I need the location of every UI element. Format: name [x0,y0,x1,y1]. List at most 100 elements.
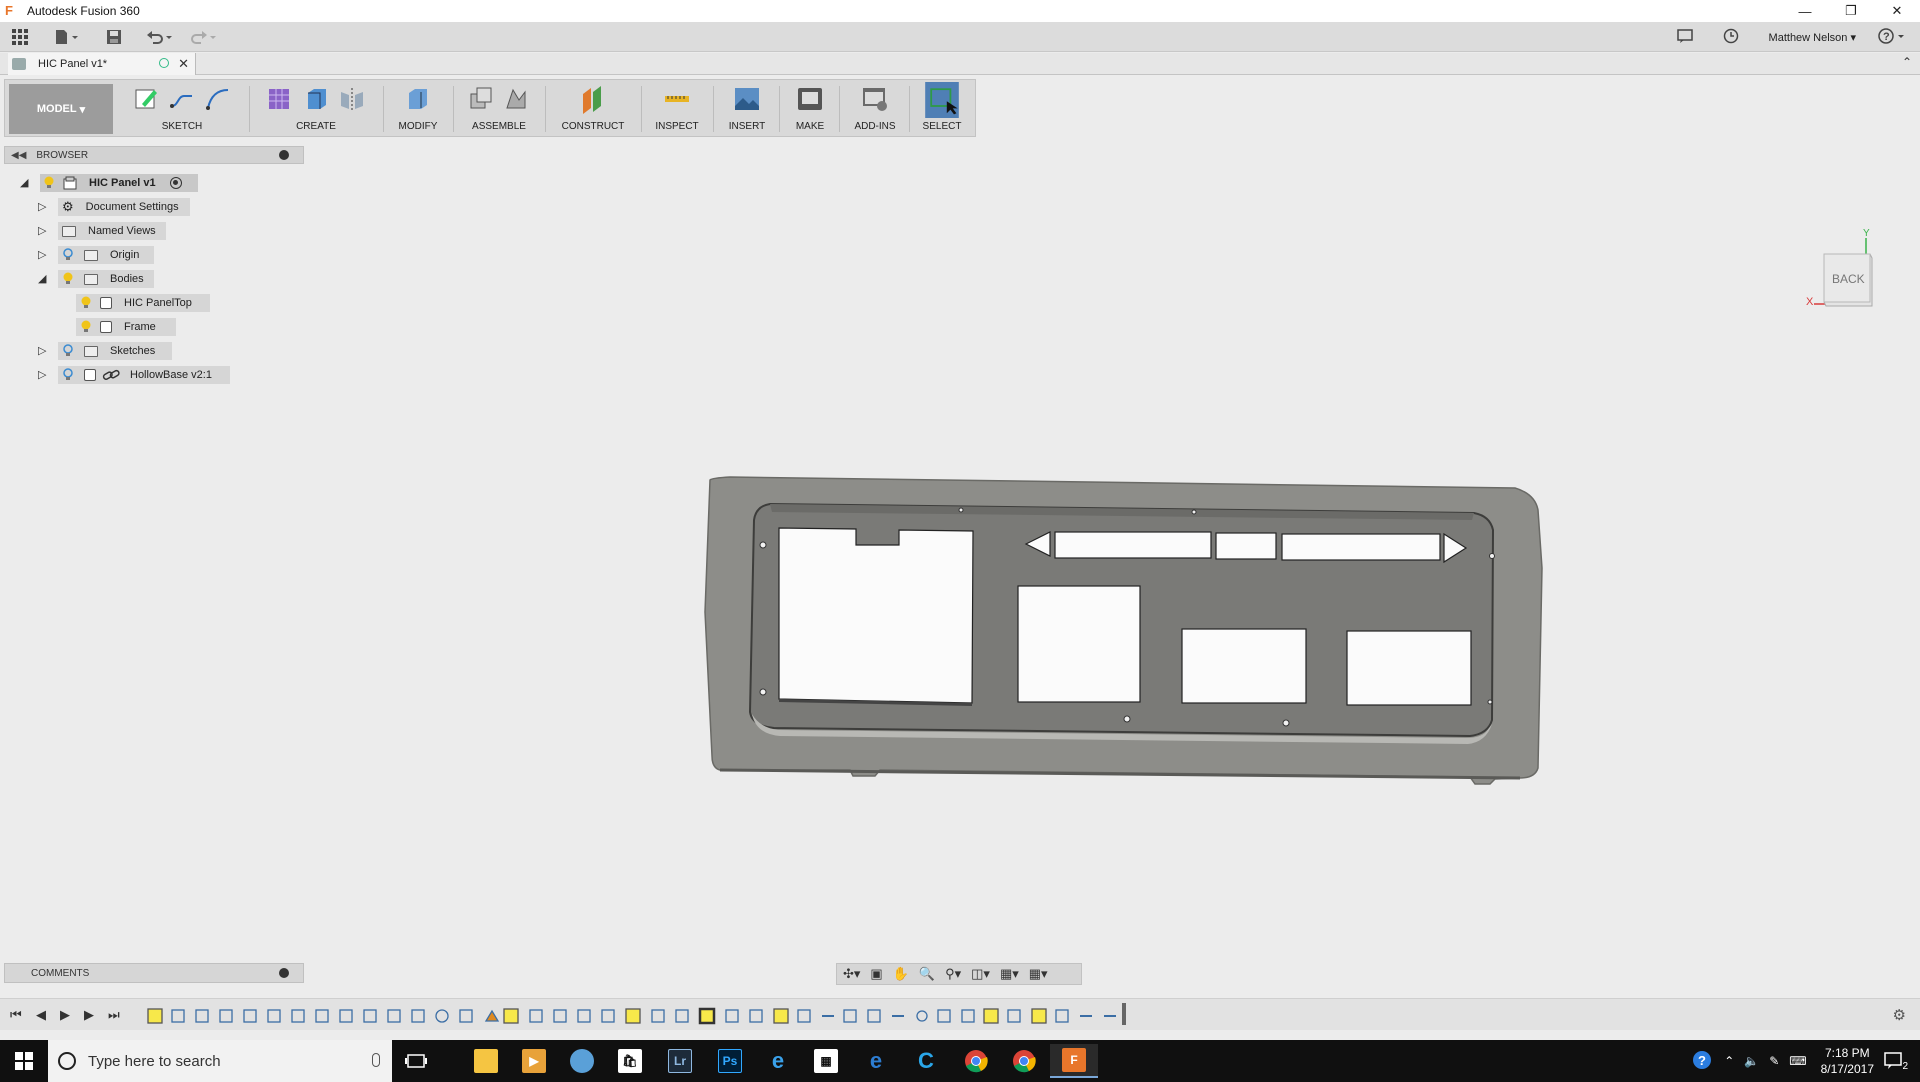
timeline-track[interactable] [146,1007,1128,1025]
arc-icon[interactable] [204,84,232,114]
show-hidden-icons-icon[interactable]: ⌃ [1724,1054,1734,1068]
add-ins-group[interactable]: ADD-INS [843,82,907,136]
viewcube-face-label[interactable]: BACK [1832,272,1865,286]
fit-zoom-icon[interactable]: ⚲▾ [945,966,961,982]
edge-icon[interactable]: e [852,1044,900,1078]
create-group[interactable]: CREATE [253,82,379,136]
insert-image-icon[interactable] [733,84,761,114]
calculator-icon[interactable]: ▦ [802,1044,850,1078]
go-to-end-icon[interactable]: ⏭ [108,1007,120,1023]
mirror-icon[interactable] [338,84,366,114]
pan-hand-icon[interactable]: ✋ [893,966,909,982]
close-tab-icon[interactable]: ✕ [178,56,189,72]
chrome-icon[interactable] [952,1044,1000,1078]
browser-header[interactable]: ◀◀ BROWSER [4,146,304,164]
save-icon[interactable] [106,28,122,46]
visibility-bulb-off-icon[interactable] [62,344,74,358]
modify-group[interactable]: MODIFY [387,82,449,136]
select-icon[interactable] [920,82,964,118]
zoom-icon[interactable]: 🔍 [919,966,935,982]
visibility-bulb-icon[interactable] [80,296,92,310]
taskbar-search-box[interactable]: Type here to search [48,1040,392,1082]
start-button[interactable] [0,1040,48,1082]
grid-settings-icon[interactable]: ▦▾ [1000,966,1019,982]
chrome-2-icon[interactable] [1000,1044,1048,1078]
history-clock-icon[interactable] [1723,28,1739,47]
microphone-icon[interactable] [372,1053,380,1067]
timeline-settings-gear-icon[interactable]: ⚙ [1893,1006,1906,1024]
insert-group[interactable]: INSERT [717,82,777,136]
go-to-start-icon[interactable]: ⏮ [10,1007,22,1023]
paint-icon[interactable] [558,1044,606,1078]
c-app-icon[interactable]: C [902,1044,950,1078]
graphics-viewport[interactable]: BACK X Y [0,138,1920,978]
help-tray-icon[interactable]: ? [1692,1050,1712,1073]
offset-plane-icon[interactable] [579,84,607,114]
construct-group[interactable]: CONSTRUCT [549,82,637,136]
timeline-features[interactable] [146,1007,1128,1025]
expanded-triangle-icon[interactable]: ◢ [38,273,50,285]
collapsed-triangle-icon[interactable]: ▷ [38,369,50,381]
add-comment-icon[interactable] [279,968,289,978]
visibility-bulb-icon[interactable] [80,320,92,334]
collapsed-triangle-icon[interactable]: ▷ [38,201,50,213]
look-at-icon[interactable]: ▣ [870,966,882,982]
visibility-bulb-icon[interactable] [62,272,74,286]
viewcube[interactable]: BACK X Y [1806,228,1882,312]
extrude-icon[interactable] [302,84,330,114]
line-icon[interactable] [168,84,196,114]
visibility-bulb-off-icon[interactable] [62,368,74,382]
undo-icon[interactable] [146,28,176,46]
minimize-button[interactable]: — [1782,0,1828,22]
photoshop-icon[interactable]: Ps [706,1044,754,1078]
job-status-icon[interactable] [1676,28,1693,46]
press-pull-icon[interactable] [404,84,432,114]
media-player-icon[interactable]: ▶ [510,1044,558,1078]
task-view-icon[interactable] [392,1044,440,1078]
collapse-browser-icon[interactable]: ◀◀ [11,150,26,161]
collapsed-triangle-icon[interactable]: ▷ [38,249,50,261]
sketch-group[interactable]: SKETCH [117,82,247,136]
step-forward-icon[interactable]: ▶ [84,1007,94,1023]
inspect-group[interactable]: INSPECT [645,82,709,136]
collapse-ribbon-icon[interactable]: ⌃ [1902,55,1912,69]
taskbar-clock[interactable]: 7:18 PM 8/17/2017 [1821,1045,1874,1077]
comments-panel[interactable]: COMMENTS [4,963,304,983]
store-icon[interactable]: 🛍 [606,1044,654,1078]
visibility-bulb-off-icon[interactable] [62,248,74,262]
new-component-icon[interactable] [467,84,495,114]
internet-explorer-icon[interactable]: e [754,1044,802,1078]
orbit-icon[interactable]: ✣▾ [843,966,860,982]
workspace-switcher[interactable]: MODEL ▾ [9,84,113,134]
user-account-menu[interactable]: Matthew Nelson ▾ [1769,31,1856,44]
display-settings-icon[interactable]: ◫▾ [971,966,990,982]
data-panel-grid-icon[interactable] [12,28,28,46]
collapsed-triangle-icon[interactable]: ▷ [38,345,50,357]
scripts-addins-icon[interactable] [861,84,889,114]
browser-pin-icon[interactable] [279,150,289,160]
select-group[interactable]: SELECT [913,82,971,136]
collapsed-triangle-icon[interactable]: ▷ [38,225,50,237]
activate-radio-icon[interactable] [169,177,182,189]
file-menu-icon[interactable] [54,28,80,46]
redo-icon[interactable] [190,28,220,46]
joint-icon[interactable] [503,84,531,114]
document-tab[interactable]: HIC Panel v1* ✕ [8,53,196,75]
visibility-bulb-icon[interactable] [43,176,55,190]
expanded-triangle-icon[interactable]: ◢ [20,177,32,189]
3d-print-icon[interactable] [796,84,824,114]
fusion360-taskbar-icon[interactable]: F [1050,1044,1098,1078]
timeline-marker[interactable] [1122,1003,1126,1025]
help-icon[interactable]: ? [1878,27,1906,47]
close-window-button[interactable]: ✕ [1874,0,1920,22]
make-group[interactable]: MAKE [783,82,837,136]
step-back-icon[interactable]: ◀ [36,1007,46,1023]
keyboard-icon[interactable]: ⌨ [1789,1054,1806,1068]
form-icon[interactable] [266,84,294,114]
lightroom-icon[interactable]: Lr [656,1044,704,1078]
play-icon[interactable]: ▶ [60,1007,70,1023]
volume-icon[interactable]: 🔈 [1744,1054,1759,1068]
assemble-group[interactable]: ASSEMBLE [457,82,541,136]
viewports-icon[interactable]: ▦▾ [1029,966,1048,982]
restore-button[interactable]: ❐ [1828,0,1874,22]
